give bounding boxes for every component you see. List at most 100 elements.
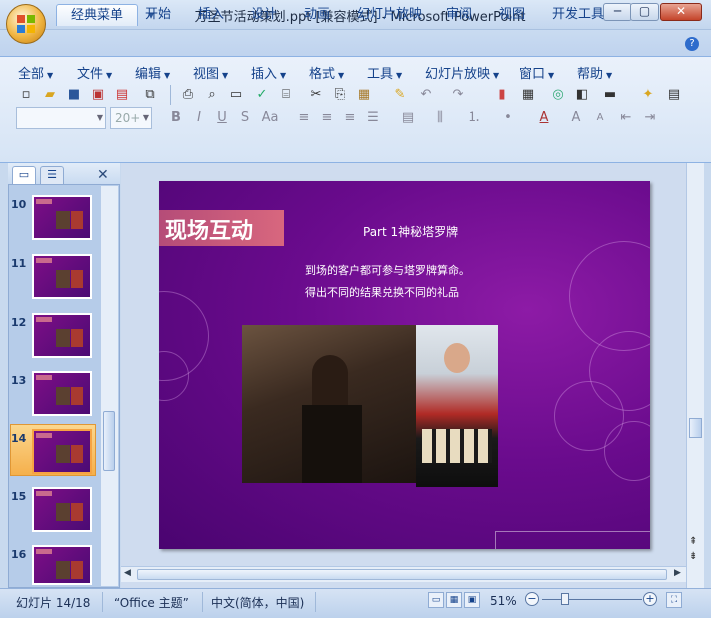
change-case-icon[interactable]: Aa [260,108,280,128]
slide-heading[interactable]: 现场互动 [165,213,253,245]
slide-thumbnail-10[interactable] [32,195,92,240]
slide-canvas[interactable]: 现场互动 Part 1神秘塔罗牌 到场的客户都可参与塔罗牌算命。 得出不同的结果… [159,181,650,549]
normal-view-icon[interactable]: ▭ [428,592,444,608]
maximize-button[interactable]: ▢ [630,3,659,21]
menu-edit[interactable]: 编辑 ▼ [135,63,170,82]
undo-icon[interactable]: ↶ [416,85,436,105]
italic-icon[interactable]: I [189,108,209,128]
slide-thumbnail-14[interactable] [32,429,92,474]
menu-help[interactable]: 帮助 ▼ [577,63,612,82]
copy-icon[interactable]: ⎘ [330,85,350,105]
scroll-left-icon[interactable]: ◀ [124,568,131,578]
slide-subtitle[interactable]: Part 1神秘塔罗牌 [363,223,458,240]
slide-thumbnail-13[interactable] [32,371,92,416]
menu-tools[interactable]: 工具 ▼ [367,63,402,82]
font-name-combo[interactable]: ▼ [16,107,106,129]
slides-pane-scrollbar[interactable] [101,186,118,586]
slide-thumbnail-12[interactable] [32,313,92,358]
slide-body-line-1[interactable]: 到场的客户都可参与塔罗牌算命。 [305,262,470,278]
new-slide-icon[interactable]: ✦ [638,85,658,105]
menu-window[interactable]: 窗口 ▼ [519,63,554,82]
menu-view[interactable]: 视图 ▼ [193,63,228,82]
slide-thumbnail-15[interactable] [32,487,92,532]
paste-icon[interactable]: ▦ [354,85,374,105]
zoom-slider-thumb[interactable] [561,593,569,605]
layout-icon[interactable]: ▤ [664,85,684,105]
print-icon[interactable]: ⎙ [178,85,198,105]
new-icon[interactable]: ▫ [16,85,36,105]
language-indicator[interactable]: 中文(简体，中国) [211,594,304,611]
underline-icon[interactable]: U [212,108,232,128]
redo-icon[interactable]: ↷ [448,85,468,105]
scrollbar-thumb[interactable] [103,411,115,471]
bullets-icon[interactable]: • [498,108,518,128]
scrollbar-thumb[interactable] [137,569,667,580]
columns-icon[interactable]: ⫼ [430,108,450,128]
editor-vertical-scrollbar[interactable]: ⇞ ⇟ [686,163,704,588]
menu-slideshow[interactable]: 幻灯片放映 ▼ [425,63,499,82]
spellcheck-icon[interactable]: ✓ [252,85,272,105]
grayscale-icon[interactable]: ▬ [600,85,620,105]
zoom-out-icon[interactable]: − [525,592,539,606]
print-preview-icon[interactable]: ⌕ [202,85,222,105]
research-icon[interactable]: ⌸ [276,85,296,105]
scrollbar-thumb[interactable] [689,418,702,438]
grow-font-icon[interactable]: A [566,108,586,128]
bold-icon[interactable]: B [166,108,186,128]
editor-horizontal-scrollbar[interactable]: ◀ ▶ [121,566,686,582]
pane-close-icon[interactable]: ✕ [97,167,109,183]
tab-slides[interactable]: ▭ [12,166,36,184]
numbering-icon[interactable]: ⒈ [464,108,484,128]
close-button[interactable]: ✕ [660,3,702,21]
tab-animation[interactable]: 动画 [290,4,344,26]
zoom-slider-track[interactable] [542,599,642,600]
help-icon[interactable]: ? [685,37,699,51]
align-center-icon[interactable]: ≡ [317,108,337,128]
tab-home[interactable]: 开始 [131,4,185,26]
tab-design[interactable]: 设计 [237,4,291,26]
menu-format[interactable]: 格式 ▼ [309,63,344,82]
align-right-icon[interactable]: ≡ [340,108,360,128]
theme-name[interactable]: “Office 主题” [114,594,189,611]
slide-body-line-2[interactable]: 得出不同的结果兑换不同的礼品 [305,284,459,300]
cut-icon[interactable]: ✂ [306,85,326,105]
menu-insert[interactable]: 插入 ▼ [251,63,286,82]
next-slide-icon[interactable]: ⇟ [689,551,697,562]
font-color-icon[interactable]: A [534,108,554,128]
tab-review[interactable]: 审阅 [432,4,486,26]
format-painter-icon[interactable]: ✎ [390,85,410,105]
slide-thumbnail-11[interactable] [32,254,92,299]
shrink-font-icon[interactable]: A [590,108,610,128]
pdf-icon[interactable]: ▤ [112,85,132,105]
tab-outline[interactable]: ☰ [40,166,64,184]
office-button[interactable] [6,4,46,44]
tarot-reader-photo[interactable] [416,325,498,487]
tab-developer[interactable]: 开发工具 [538,4,618,26]
tab-classic-menu[interactable]: 经典菜单 [56,4,139,26]
zoom-percent[interactable]: 51% [490,594,517,608]
font-size-combo[interactable]: 20+ ▼ [110,107,152,129]
hyperlink-icon[interactable]: ◎ [548,85,568,105]
zoom-in-icon[interactable]: + [643,592,657,606]
save-icon[interactable]: ■ [64,85,84,105]
tab-slideshow[interactable]: 幻灯片放映 [343,4,436,26]
fit-to-window-icon[interactable]: ⛶ [666,592,682,608]
screen-icon[interactable]: ▭ [226,85,246,105]
text-box-icon[interactable]: ▤ [398,108,418,128]
open-icon[interactable]: ▰ [40,85,60,105]
fortune-teller-photo[interactable] [242,325,416,483]
permission-icon[interactable]: ▣ [88,85,108,105]
slide-sorter-icon[interactable]: ▦ [446,592,462,608]
slide-thumbnail-16[interactable] [32,545,92,585]
scroll-right-icon[interactable]: ▶ [674,568,681,578]
menu-all[interactable]: 全部 ▼ [18,63,53,82]
chart-icon[interactable]: ▮ [492,85,512,105]
slideshow-view-icon[interactable]: ▣ [464,592,480,608]
color-icon[interactable]: ◧ [572,85,592,105]
tab-insert[interactable]: 插入 [184,4,238,26]
justify-icon[interactable]: ☰ [363,108,383,128]
menu-file[interactable]: 文件 ▼ [77,63,112,82]
previous-slide-icon[interactable]: ⇞ [689,536,697,547]
increase-indent-icon[interactable]: ⇥ [640,108,660,128]
decrease-indent-icon[interactable]: ⇤ [616,108,636,128]
